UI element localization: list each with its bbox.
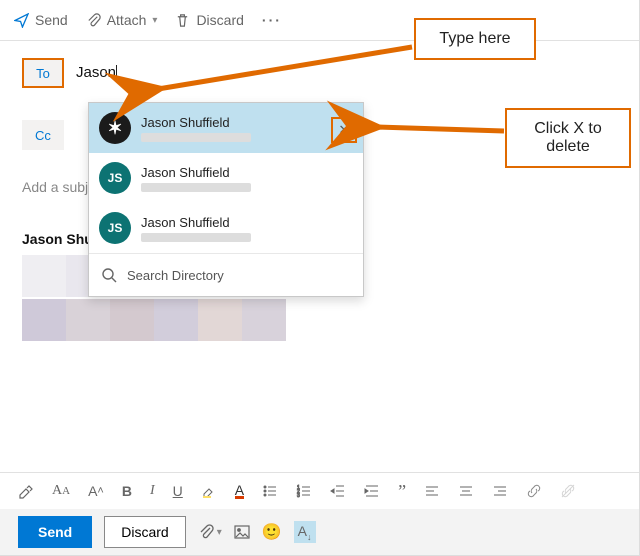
compose-window: Send Attach ▾ Discard ··· To Jason Cc Ad… [0,0,640,556]
outdent-button[interactable] [330,483,346,499]
more-menu[interactable]: ··· [262,12,282,28]
align-center-button[interactable] [458,483,474,499]
highlight-button[interactable] [201,483,217,499]
attach-button[interactable]: ▾ [198,524,222,540]
suggestion-name: Jason Shuffield [141,165,251,180]
attach-icon [198,524,214,540]
attach-icon [86,13,101,28]
send-icon [14,13,29,28]
send-command[interactable]: Send [14,12,68,28]
numbering-button[interactable]: 123 [296,483,312,499]
font-size-down-button[interactable]: AA [52,483,70,499]
signature-icon: A↓ [294,521,316,544]
link-button[interactable] [526,483,542,499]
link-icon [526,483,542,499]
suggestions-dropdown: ✶ Jason Shuffield ✕ JS Jason Shuffield J… [88,102,364,297]
trash-icon [175,13,190,28]
bold-button[interactable]: B [122,483,132,499]
paint-icon [18,483,34,499]
cc-button[interactable]: Cc [22,120,64,150]
font-size-up-button[interactable]: A˄ [88,483,104,499]
annotation-arrow [362,116,512,146]
send-button[interactable]: Send [18,516,92,548]
suggestion-sub [141,133,251,142]
indent-button[interactable] [364,483,380,499]
format-painter-button[interactable] [18,483,34,499]
unlink-button[interactable] [560,483,576,499]
format-toolbar: AA A˄ B I U A 123 ” [0,472,639,509]
align-right-icon [492,483,508,499]
bottom-toolbar: Send Discard ▾ 🙂 A↓ [0,509,639,555]
search-directory[interactable]: Search Directory [89,253,363,296]
signature-button[interactable]: A↓ [294,521,316,544]
annotation-callout: Type here [414,18,536,60]
send-label: Send [35,12,68,28]
outdent-icon [330,483,346,499]
attach-command[interactable]: Attach ▾ [86,12,158,28]
suggestion-name: Jason Shuffield [141,215,251,230]
bullets-button[interactable] [262,483,278,499]
suggestion-item[interactable]: ✶ Jason Shuffield ✕ [89,103,363,153]
quote-button[interactable]: ” [398,481,406,502]
chevron-down-icon: ▾ [217,527,222,538]
to-button[interactable]: To [22,58,64,88]
font-color-button[interactable]: A [235,484,244,499]
suggestion-sub [141,183,251,192]
image-icon [234,524,250,540]
discard-command[interactable]: Discard [175,12,243,28]
search-icon [101,267,117,283]
indent-icon [364,483,380,499]
suggestion-sub [141,233,251,242]
align-left-button[interactable] [424,483,440,499]
attach-label: Attach [107,12,147,28]
avatar: JS [99,162,131,194]
discard-button[interactable]: Discard [104,516,185,548]
chevron-down-icon: ▾ [152,15,157,26]
align-center-icon [458,483,474,499]
align-right-button[interactable] [492,483,508,499]
discard-label: Discard [196,12,243,28]
delete-suggestion-button[interactable]: ✕ [331,117,357,143]
annotation-arrow [140,45,420,105]
close-icon: ✕ [339,122,350,138]
align-left-icon [424,483,440,499]
bullets-icon [262,483,278,499]
avatar: ✶ [99,112,131,144]
search-directory-label: Search Directory [127,268,224,283]
unlink-icon [560,483,576,499]
italic-button[interactable]: I [150,483,155,499]
suggestion-name: Jason Shuffield [141,115,251,130]
highlight-icon [201,483,217,499]
svg-text:3: 3 [297,493,300,499]
avatar: JS [99,212,131,244]
insert-image-button[interactable] [234,524,250,540]
suggestion-item[interactable]: JS Jason Shuffield [89,203,363,253]
emoji-button[interactable]: 🙂 [262,522,282,542]
numbering-icon: 123 [296,483,312,499]
top-toolbar: Send Attach ▾ Discard ··· [0,0,639,41]
underline-button[interactable]: U [173,483,183,499]
emoji-icon: 🙂 [262,522,282,542]
suggestion-item[interactable]: JS Jason Shuffield [89,153,363,203]
annotation-callout: Click X to delete [505,108,631,168]
